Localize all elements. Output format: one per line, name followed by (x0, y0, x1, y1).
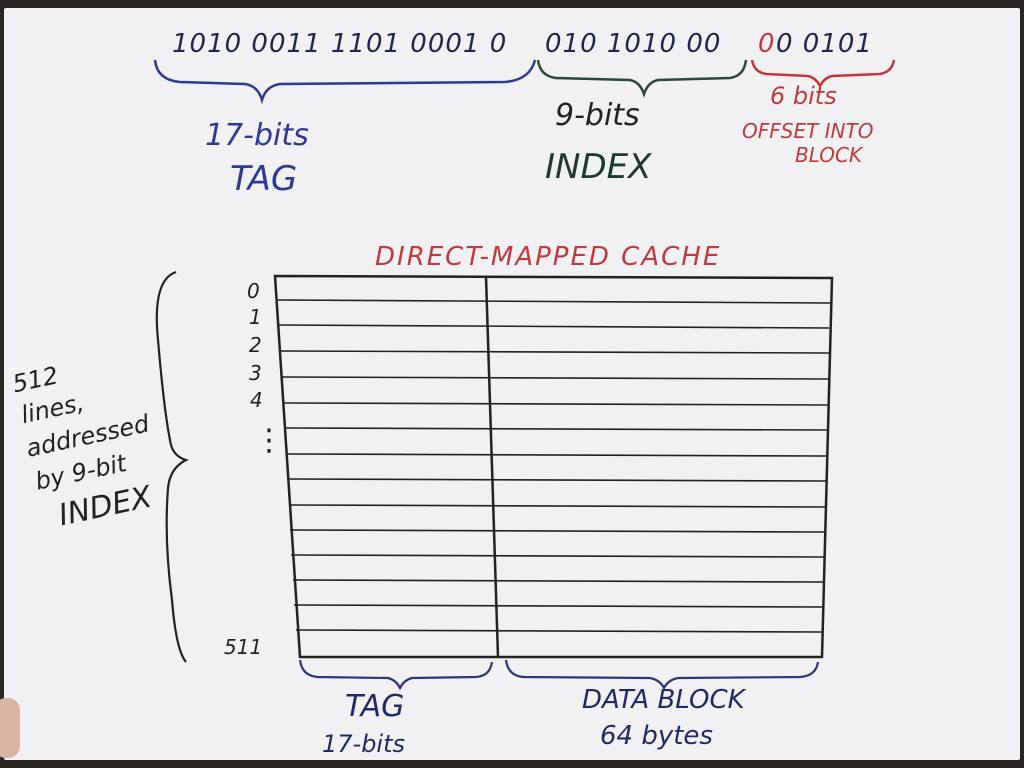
index-bits-label: 9-bits (555, 98, 640, 133)
row-line (281, 376, 829, 380)
row-line (288, 504, 826, 508)
side-note-line-1: 512 (10, 361, 61, 398)
offset-bits-label: 6 bits (770, 82, 837, 110)
cache-table-outline (273, 274, 834, 659)
lines-brace (155, 270, 190, 663)
row-line (285, 453, 827, 457)
row-line (295, 629, 824, 633)
address-offset-bit-red: 0 (758, 29, 776, 59)
row-line (283, 402, 829, 406)
side-note: 512 lines, addressed by 9-bit INDEX (10, 361, 156, 533)
address-index-bits: 010 1010 00 (545, 29, 721, 59)
data-column-label: DATA BLOCK (582, 685, 747, 715)
row-line (278, 324, 830, 329)
row-line (292, 579, 825, 583)
row-label-511: 511 (224, 635, 262, 659)
cache-column-divider (484, 276, 500, 658)
tag-column-brace (298, 659, 494, 691)
data-column-size: 64 bytes (600, 721, 713, 751)
row-line (284, 427, 828, 431)
offset-field-name-line1: OFFSET INTO (742, 119, 873, 143)
index-field-name: INDEX (545, 147, 652, 187)
tag-bits-label: 17-bits (205, 118, 309, 153)
row-line (277, 299, 831, 304)
row-line (289, 529, 826, 533)
offset-field-name-line2: BLOCK (795, 143, 864, 167)
index-brace (536, 59, 748, 98)
row-line (286, 478, 827, 482)
tag-column-bits: 17-bits (322, 730, 405, 758)
row-label-3: 3 (249, 361, 262, 385)
row-line (293, 604, 824, 608)
cache-diagram: 1010 0011 1101 0001 0 010 1010 00 0 0 01… (10, 29, 896, 758)
row-line (280, 350, 830, 354)
tag-field-name: TAG (230, 159, 297, 199)
cache-title: DIRECT-MAPPED CACHE (375, 242, 721, 272)
row-label-1: 1 (249, 305, 262, 329)
cache-row-lines (277, 299, 831, 633)
row-line (290, 554, 825, 558)
tag-brace (153, 59, 537, 105)
row-label-2: 2 (249, 333, 262, 357)
address-tag-bits: 1010 0011 1101 0001 0 (172, 29, 507, 59)
row-label-0: 0 (247, 279, 260, 303)
tag-column-label: TAG (345, 689, 404, 724)
row-label-4: 4 (250, 388, 263, 412)
address-offset-bits: 0 0101 (776, 29, 873, 59)
data-column-brace (504, 659, 820, 691)
row-ellipsis: ⋮ (254, 423, 284, 458)
whiteboard-photo: 1010 0011 1101 0001 0 010 1010 00 0 0 01… (0, 0, 1024, 768)
